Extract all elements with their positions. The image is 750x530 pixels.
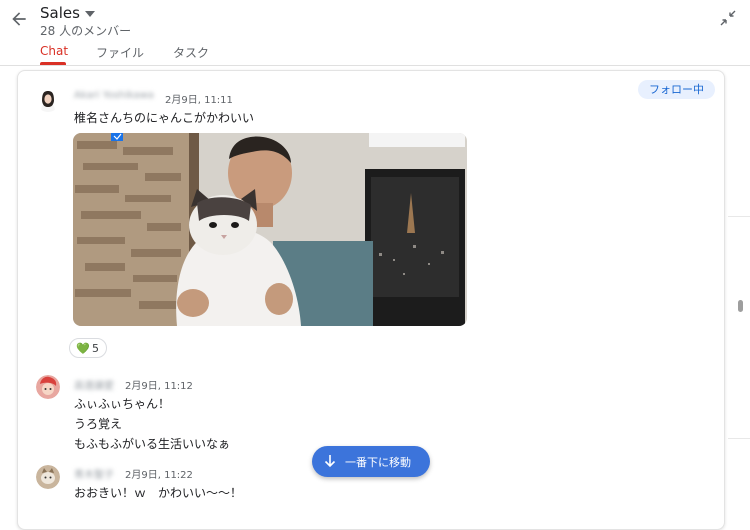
image-attachment[interactable] xyxy=(73,133,467,326)
reaction-chip[interactable]: 💚 5 xyxy=(69,338,107,358)
tab-files[interactable]: ファイル xyxy=(96,44,144,61)
tab-chat[interactable]: Chat xyxy=(40,44,68,58)
follow-button[interactable]: フォロー中 xyxy=(638,80,715,99)
room-title[interactable]: Sales xyxy=(40,4,80,22)
avatar[interactable] xyxy=(36,375,60,399)
header-divider xyxy=(0,65,750,66)
message-text: ふぃふぃちゃん！ xyxy=(74,397,171,411)
room-header: Sales 28 人のメンバー Chat ファイル タスク xyxy=(0,0,750,66)
message-text: おおきい！ｗ かわいい〜〜！ xyxy=(74,486,243,500)
jump-to-bottom-button[interactable]: 一番下に移動 xyxy=(312,446,430,477)
back-arrow-icon[interactable] xyxy=(9,9,29,29)
collapse-icon[interactable] xyxy=(720,10,736,26)
sender-name[interactable]: 青木聖子 xyxy=(74,466,114,481)
tab-tasks[interactable]: タスク xyxy=(173,44,209,61)
message-time: 2月9日, 11:12 xyxy=(125,381,193,392)
avatar[interactable] xyxy=(36,88,60,112)
message-time: 2月9日, 11:11 xyxy=(165,95,233,106)
sender-name[interactable]: Akari Yoshikawa xyxy=(74,90,154,101)
scrollbar-track-mark xyxy=(728,216,750,217)
message-text: 椎名さんちのにゃんこがかわいい xyxy=(74,111,255,125)
message-text: もふもふがいる生活いいなぁ xyxy=(74,437,231,451)
scrollbar-thumb[interactable] xyxy=(738,300,743,312)
message-time: 2月9日, 11:22 xyxy=(125,470,193,481)
reaction-count: 5 xyxy=(92,342,99,355)
message-text: うろ覚え xyxy=(74,417,123,431)
green-heart-icon: 💚 xyxy=(76,342,90,355)
scrollbar-track-mark xyxy=(728,438,750,439)
avatar[interactable] xyxy=(36,465,60,489)
jump-to-bottom-label: 一番下に移動 xyxy=(345,456,411,469)
member-count[interactable]: 28 人のメンバー xyxy=(40,22,131,39)
sender-name[interactable]: 高遠譲愛 xyxy=(74,377,114,392)
arrow-down-icon xyxy=(324,455,336,468)
caret-down-icon[interactable] xyxy=(85,11,95,17)
